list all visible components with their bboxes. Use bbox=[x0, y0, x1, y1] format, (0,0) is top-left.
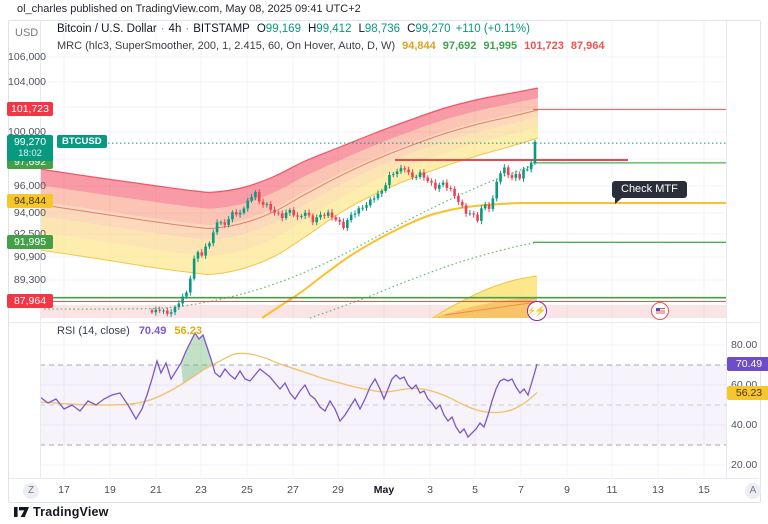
tradingview-snapshot: ol_charles published on TradingView.com,… bbox=[0, 0, 768, 524]
time-axis-label: 19 bbox=[93, 484, 127, 496]
rsi-axis-label: 20.00 bbox=[731, 459, 768, 471]
time-axis-label: 3 bbox=[413, 484, 447, 496]
symbol-interval: 4h bbox=[169, 23, 182, 35]
time-axis-label: 27 bbox=[276, 484, 310, 496]
check-mtf-tooltip: Check MTF bbox=[612, 181, 687, 198]
rsi-ma-value: 56.23 bbox=[174, 325, 202, 337]
bar-countdown: 18:02 bbox=[7, 148, 53, 160]
time-axis-label: 17 bbox=[47, 484, 81, 496]
symbol-name: Bitcoin / U.S. Dollar bbox=[57, 23, 157, 35]
tradingview-logo[interactable]: TradingView bbox=[14, 505, 109, 519]
price-level-badge: 101,723 bbox=[7, 102, 53, 116]
price-level-badge: 91,995 bbox=[7, 235, 53, 249]
chart-canvas[interactable] bbox=[0, 0, 768, 524]
indicator-value: 101,723 bbox=[524, 40, 564, 52]
symbol-exchange: BITSTAMP bbox=[193, 23, 250, 35]
price-axis-label: 106,000 bbox=[6, 51, 46, 63]
current-price-badge: 99,27018:02 bbox=[7, 135, 53, 161]
symbol-legend[interactable]: Bitcoin / U.S. Dollar·4h·BITSTAMPO99,169… bbox=[57, 23, 530, 35]
published-byline: ol_charles published on TradingView.com,… bbox=[17, 3, 361, 15]
time-axis-label: 7 bbox=[504, 484, 538, 496]
time-axis-separator bbox=[9, 478, 759, 479]
price-axis-unit: USD bbox=[15, 27, 38, 39]
time-axis-label: May bbox=[367, 484, 401, 496]
rsi-legend[interactable]: RSI (14, close) 70.49 56.23 bbox=[57, 325, 202, 337]
quote-value: 98,736 bbox=[365, 23, 400, 35]
time-axis-label: 21 bbox=[139, 484, 173, 496]
quote-value: 99,169 bbox=[266, 23, 301, 35]
replay-start-marker[interactable]: Z bbox=[23, 483, 39, 499]
time-axis-label: 9 bbox=[550, 484, 584, 496]
price-level-badge: 87,964 bbox=[7, 294, 53, 308]
price-axis-label: 104,000 bbox=[6, 76, 46, 88]
lightning-event-icon[interactable]: ⚡⚡ bbox=[527, 301, 547, 321]
price-axis-label: 90,900 bbox=[6, 251, 46, 263]
price-axis-label: 96,000 bbox=[6, 180, 46, 192]
time-axis-label: 25 bbox=[230, 484, 264, 496]
price-axis-label: 94,000 bbox=[6, 207, 46, 219]
time-axis-label: 13 bbox=[641, 484, 675, 496]
replay-end-marker[interactable]: A bbox=[745, 483, 761, 499]
indicator-value: 87,964 bbox=[571, 40, 605, 52]
pane-separator[interactable] bbox=[9, 322, 759, 323]
time-axis-label: 5 bbox=[458, 484, 492, 496]
change-value: +110 (+0.11%) bbox=[456, 23, 530, 35]
rsi-level-badge: 70.49 bbox=[727, 357, 768, 371]
quote-key: O bbox=[257, 23, 266, 35]
indicator-value: 94,844 bbox=[402, 40, 436, 52]
us-flag-event-icon[interactable] bbox=[651, 302, 669, 320]
time-axis-label: 11 bbox=[595, 484, 629, 496]
indicator-value: 91,995 bbox=[483, 40, 517, 52]
indicator-value: 97,692 bbox=[443, 40, 477, 52]
tradingview-logo-icon bbox=[14, 505, 29, 519]
time-axis-label: 15 bbox=[687, 484, 721, 496]
rsi-axis-label: 40.00 bbox=[731, 419, 768, 431]
right-scale-border bbox=[726, 20, 727, 478]
indicator-name: MRC (hlc3, SuperSmoother, 200, 1, 2.415,… bbox=[57, 40, 395, 52]
price-axis-label: 89,300 bbox=[6, 274, 46, 286]
quote-value: 99,270 bbox=[415, 23, 450, 35]
time-axis-label: 23 bbox=[184, 484, 218, 496]
indicator-legend[interactable]: MRC (hlc3, SuperSmoother, 200, 1, 2.415,… bbox=[57, 40, 605, 52]
symbol-price-label: BTCUSD bbox=[57, 135, 107, 148]
time-axis-label: 29 bbox=[321, 484, 355, 496]
rsi-axis-label: 80.00 bbox=[731, 339, 768, 351]
rsi-value: 70.49 bbox=[139, 325, 167, 337]
quote-value: 99,412 bbox=[316, 23, 351, 35]
rsi-level-badge: 56.23 bbox=[727, 386, 768, 400]
price-level-badge: 94,844 bbox=[7, 194, 53, 208]
price-scale-border bbox=[40, 20, 41, 478]
